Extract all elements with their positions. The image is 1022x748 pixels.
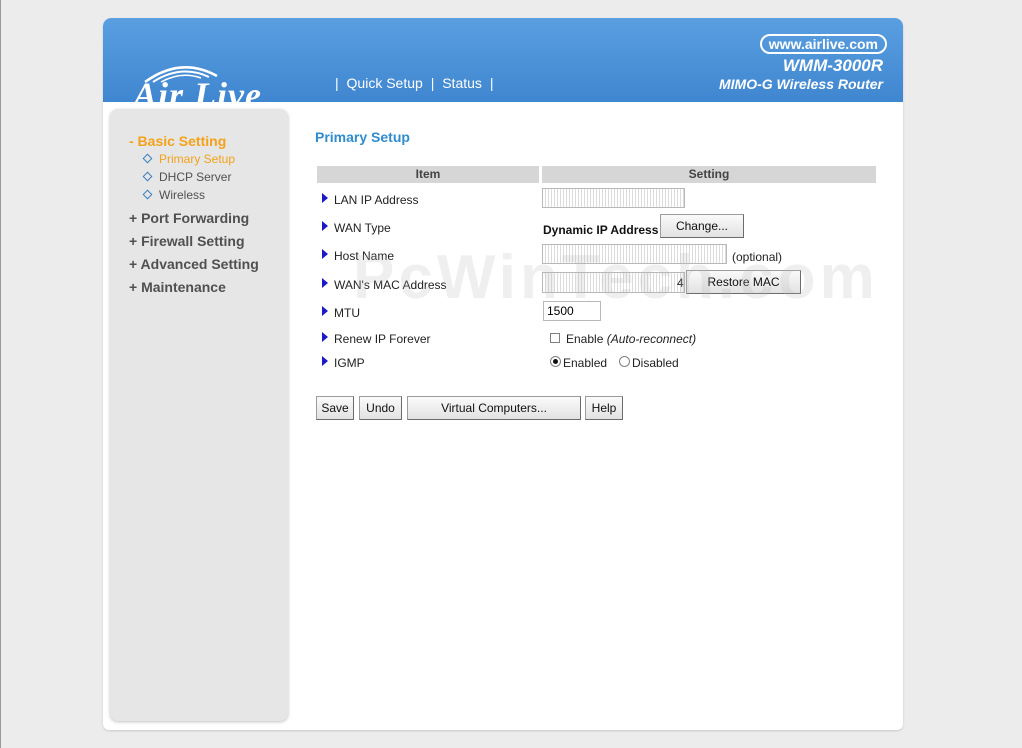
igmp-disabled-label: Disabled	[632, 356, 679, 370]
row-arrow-icon	[322, 356, 328, 366]
sidebar-item-firewall-setting[interactable]: + Firewall Setting	[129, 233, 245, 249]
label-lan-ip: LAN IP Address	[334, 193, 419, 207]
igmp-enabled-label: Enabled	[563, 356, 608, 370]
sidebar-item-port-forwarding[interactable]: + Port Forwarding	[129, 210, 249, 226]
router-admin-frame: Air Live | Quick Setup | Status | www.ai…	[103, 18, 903, 730]
window-left-edge	[0, 0, 1, 748]
sidebar-item-advanced-setting[interactable]: + Advanced Setting	[129, 256, 259, 272]
table-header-item: Item	[317, 166, 539, 183]
host-name-field[interactable]	[542, 244, 727, 264]
sidebar-menu: - Basic Setting Primary Setup DHCP Serve…	[110, 109, 288, 721]
sidebar-item-dhcp-server[interactable]: DHCP Server	[142, 170, 231, 184]
row-arrow-icon	[322, 332, 328, 342]
sidebar-item-maintenance[interactable]: + Maintenance	[129, 279, 226, 295]
row-arrow-icon	[322, 193, 328, 203]
mtu-input[interactable]	[543, 301, 601, 321]
renew-ip-enable-checkbox[interactable]	[550, 333, 560, 343]
help-button[interactable]: Help	[585, 396, 623, 420]
diamond-bullet-icon	[142, 171, 153, 182]
main-content: Primary Setup Item Setting LAN IP Addres…	[315, 18, 895, 718]
label-host-name: Host Name	[334, 249, 395, 263]
igmp-disabled-radio[interactable]	[619, 356, 630, 367]
label-igmp: IGMP	[334, 356, 365, 370]
airlive-logo: Air Live	[121, 40, 301, 115]
renew-ip-enable-label: Enable (Auto-reconnect)	[566, 332, 697, 346]
undo-button[interactable]: Undo	[359, 396, 402, 420]
save-button[interactable]: Save	[316, 396, 354, 420]
change-wan-type-button[interactable]: Change...	[660, 214, 744, 238]
row-arrow-icon	[322, 278, 328, 288]
row-arrow-icon	[322, 221, 328, 231]
page-title: Primary Setup	[315, 129, 410, 145]
sidebar-item-primary-setup[interactable]: Primary Setup	[142, 152, 235, 166]
virtual-computers-button[interactable]: Virtual Computers...	[407, 396, 581, 420]
label-wan-mac: WAN's MAC Address	[334, 278, 447, 292]
wan-type-value: Dynamic IP Address	[543, 223, 659, 237]
wan-mac-visible-digit: 4	[677, 276, 684, 290]
diamond-bullet-icon	[142, 153, 153, 164]
lan-ip-field[interactable]	[542, 188, 685, 208]
row-arrow-icon	[322, 306, 328, 316]
restore-mac-button[interactable]: Restore MAC	[686, 270, 801, 294]
diamond-bullet-icon	[142, 189, 153, 200]
label-wan-type: WAN Type	[334, 221, 391, 235]
label-renew-ip: Renew IP Forever	[334, 332, 431, 346]
sidebar-item-basic-setting[interactable]: - Basic Setting	[129, 133, 226, 149]
row-arrow-icon	[322, 249, 328, 259]
igmp-enabled-radio[interactable]	[550, 356, 561, 367]
sidebar-item-wireless[interactable]: Wireless	[142, 188, 205, 202]
label-mtu: MTU	[334, 306, 360, 320]
wan-mac-field[interactable]	[542, 272, 685, 293]
host-name-optional-note: (optional)	[732, 250, 783, 264]
table-header-setting: Setting	[542, 166, 876, 183]
